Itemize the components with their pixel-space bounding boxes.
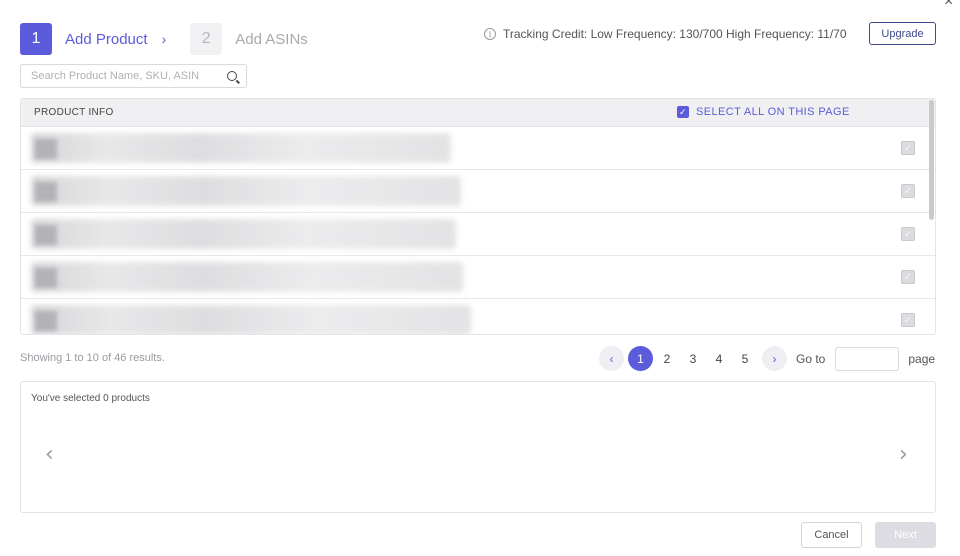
product-thumbnail: [35, 225, 57, 245]
step-1-label: Add Product: [65, 30, 148, 48]
goto-page-input[interactable]: [835, 346, 900, 371]
product-info-redacted: [31, 176, 461, 206]
step-2-label: Add ASINs: [235, 30, 308, 48]
product-info-header: PRODUCT INFO: [34, 107, 114, 118]
search-box: [20, 64, 247, 88]
row-checkbox[interactable]: ✓: [901, 313, 915, 327]
pagination: ‹ 1 2 3 4 5 › Go to page: [599, 346, 935, 371]
select-all-label: SELECT ALL ON THIS PAGE: [696, 106, 850, 118]
product-thumbnail: [35, 182, 57, 202]
goto-label: Go to: [796, 351, 826, 366]
step-2-number: 2: [190, 23, 223, 55]
table-row[interactable]: ✓: [21, 213, 935, 256]
step-1-number: 1: [20, 23, 52, 55]
chevron-right-icon: ›: [161, 31, 167, 47]
search-input[interactable]: [31, 70, 216, 82]
table-scrollbar[interactable]: [929, 100, 934, 220]
next-button[interactable]: Next: [875, 522, 936, 548]
page-button-1[interactable]: 1: [628, 346, 653, 371]
row-checkbox[interactable]: ✓: [901, 270, 915, 284]
select-all-checkbox[interactable]: ✓: [677, 106, 689, 118]
product-info-redacted: [31, 262, 463, 292]
table-row[interactable]: ✓: [21, 170, 935, 213]
close-icon[interactable]: ×: [944, 0, 960, 10]
table-row[interactable]: ✓: [21, 299, 935, 334]
table-row[interactable]: ✓: [21, 256, 935, 299]
table-row[interactable]: ✓: [21, 127, 935, 170]
stepper: 1 Add Product › 2 Add ASINs: [20, 23, 308, 55]
row-checkbox[interactable]: ✓: [901, 227, 915, 241]
product-thumbnail: [35, 311, 57, 331]
prev-page-icon[interactable]: ‹: [599, 346, 624, 371]
cancel-button[interactable]: Cancel: [801, 522, 862, 548]
selected-products-panel: You've selected 0 products ‹ ›: [20, 381, 936, 513]
product-info-redacted: [31, 219, 456, 249]
carousel-prev-icon[interactable]: ‹: [45, 442, 54, 467]
page-button-5[interactable]: 5: [732, 352, 758, 366]
select-all-toggle[interactable]: ✓ SELECT ALL ON THIS PAGE: [677, 106, 850, 118]
upgrade-button[interactable]: Upgrade: [869, 22, 936, 45]
row-checkbox[interactable]: ✓: [901, 184, 915, 198]
results-summary: Showing 1 to 10 of 46 results.: [20, 352, 165, 364]
page-button-4[interactable]: 4: [706, 352, 732, 366]
search-icon[interactable]: [227, 71, 237, 81]
product-thumbnail: [35, 268, 57, 288]
product-table: PRODUCT INFO ✓ SELECT ALL ON THIS PAGE ✓…: [20, 98, 936, 335]
row-checkbox[interactable]: ✓: [901, 141, 915, 155]
product-thumbnail: [35, 139, 57, 159]
tracking-credit-text: Tracking Credit: Low Frequency: 130/700 …: [503, 27, 847, 41]
page-label: page: [908, 351, 936, 366]
tracking-credit: i Tracking Credit: Low Frequency: 130/70…: [484, 27, 847, 41]
selected-count-text: You've selected 0 products: [31, 393, 150, 404]
product-info-redacted: [31, 305, 471, 334]
page-button-3[interactable]: 3: [680, 352, 706, 366]
carousel-next-icon[interactable]: ›: [899, 442, 908, 467]
table-body: ✓ ✓ ✓ ✓ ✓: [21, 127, 935, 334]
product-info-redacted: [31, 133, 451, 163]
table-header: PRODUCT INFO ✓ SELECT ALL ON THIS PAGE: [21, 99, 935, 127]
info-icon: i: [484, 28, 496, 40]
next-page-icon[interactable]: ›: [762, 346, 787, 371]
page-button-2[interactable]: 2: [654, 352, 680, 366]
